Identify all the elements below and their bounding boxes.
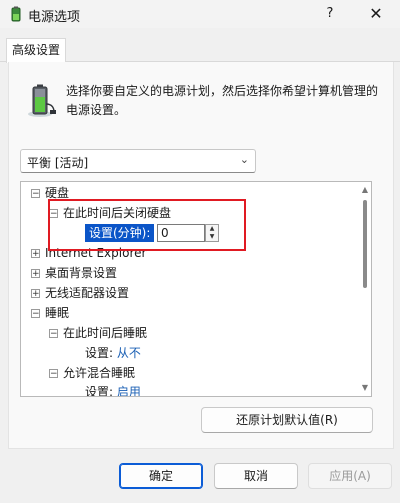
chevron-down-icon: ⌄ <box>239 153 249 166</box>
restore-defaults-button[interactable]: 还原计划默认值(R) <box>201 407 373 433</box>
tree-label: 硬盘 <box>45 186 70 200</box>
tree-scrollbar[interactable]: ▲ ▼ <box>359 182 371 396</box>
help-button[interactable]: ? <box>318 4 342 24</box>
tree-item-sleep[interactable]: − 睡眠 <box>31 303 69 323</box>
collapse-icon[interactable]: − <box>49 329 58 339</box>
expand-icon[interactable]: + <box>31 249 40 259</box>
hybrid-sleep-value-link[interactable]: 启用 <box>117 385 141 396</box>
cancel-button[interactable]: 取消 <box>214 463 298 489</box>
hybrid-sleep-setting[interactable]: 设置: 启用 <box>85 382 141 397</box>
scroll-up-icon[interactable]: ▲ <box>361 186 369 194</box>
power-plan-select[interactable]: 平衡 [活动] ⌄ <box>20 149 256 173</box>
power-plan-selected-value: 平衡 [活动] <box>27 156 89 170</box>
annotation-highlight-box <box>48 199 246 251</box>
expand-icon[interactable]: + <box>31 289 40 299</box>
scroll-thumb[interactable] <box>363 200 367 288</box>
tree-label: 桌面背景设置 <box>45 266 118 280</box>
apply-button[interactable]: 应用(A) <box>308 463 392 489</box>
tree-label: 睡眠 <box>45 306 70 320</box>
panel-description: 选择你要自定义的电源计划，然后选择你希望计算机管理的电源设置。 <box>66 84 379 117</box>
collapse-icon[interactable]: − <box>31 189 40 199</box>
sleep-after-value-link[interactable]: 从不 <box>117 346 141 360</box>
scroll-down-icon[interactable]: ▼ <box>361 384 369 392</box>
sleep-after-setting[interactable]: 设置: 从不 <box>85 343 141 363</box>
setting-label: 设置: <box>85 385 114 397</box>
collapse-icon[interactable]: − <box>31 309 40 319</box>
tree-item-desktop-background[interactable]: + 桌面背景设置 <box>31 263 117 283</box>
window-title: 电源选项 <box>28 10 81 25</box>
battery-power-icon <box>28 84 56 117</box>
tree-label: 允许混合睡眠 <box>63 366 136 380</box>
tab-advanced-settings[interactable]: 高级设置 <box>6 38 66 63</box>
close-button[interactable]: ✕ <box>364 2 388 26</box>
title-bar: 电源选项 ? ✕ <box>0 0 400 28</box>
setting-label: 设置: <box>85 346 114 360</box>
tree-item-allow-hybrid-sleep[interactable]: − 允许混合睡眠 <box>49 363 135 383</box>
tree-item-sleep-after[interactable]: − 在此时间后睡眠 <box>49 323 147 343</box>
expand-icon[interactable]: + <box>31 269 40 279</box>
tree-label: 无线适配器设置 <box>45 286 130 300</box>
ok-button[interactable]: 确定 <box>119 463 203 489</box>
tree-item-wireless-adapter[interactable]: + 无线适配器设置 <box>31 283 129 303</box>
collapse-icon[interactable]: − <box>49 369 58 379</box>
power-options-app-icon <box>11 6 21 22</box>
tree-label: 在此时间后睡眠 <box>63 326 148 340</box>
